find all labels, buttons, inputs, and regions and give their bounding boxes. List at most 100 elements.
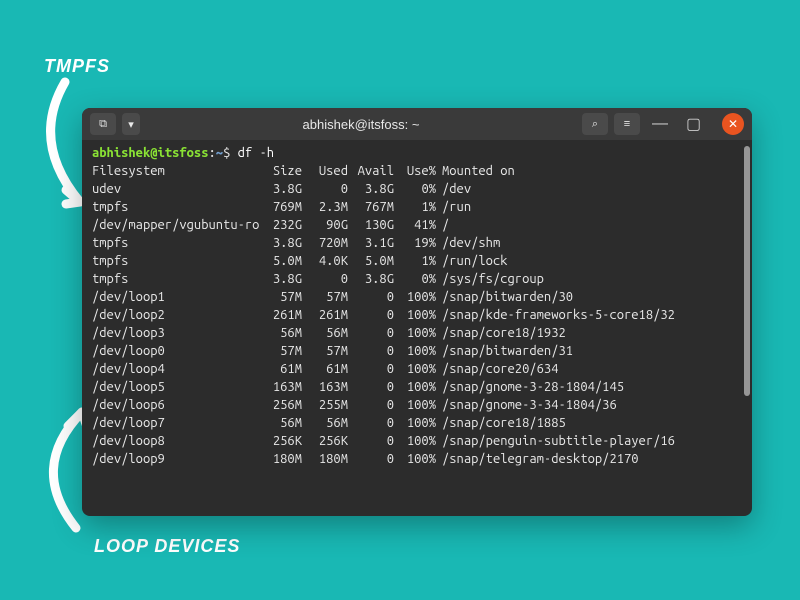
new-tab-icon: ⧉: [99, 118, 107, 131]
df-row: /dev/loop6256M255M0100%/snap/gnome-3-34-…: [92, 396, 742, 414]
prompt-at: @: [150, 146, 157, 160]
header-filesystem: Filesystem: [92, 162, 260, 180]
cell-avail: 5.0M: [348, 252, 394, 270]
df-row: /dev/loop2261M261M0100%/snap/kde-framewo…: [92, 306, 742, 324]
cell-size: 261M: [260, 306, 302, 324]
cell-mounted: /snap/telegram-desktop/2170: [436, 450, 742, 468]
cell-filesystem: tmpfs: [92, 198, 260, 216]
cell-size: 57M: [260, 288, 302, 306]
cell-filesystem: /dev/loop2: [92, 306, 260, 324]
cell-mounted: /snap/bitwarden/31: [436, 342, 742, 360]
cell-size: 256M: [260, 396, 302, 414]
cell-mounted: /snap/core20/634: [436, 360, 742, 378]
cell-usepct: 100%: [394, 396, 436, 414]
cell-used: 4.0K: [302, 252, 348, 270]
cell-avail: 3.8G: [348, 270, 394, 288]
tab-dropdown-button[interactable]: ▾: [122, 113, 140, 135]
cell-avail: 767M: [348, 198, 394, 216]
cell-mounted: /: [436, 216, 742, 234]
df-header-row: FilesystemSizeUsedAvailUse%Mounted on: [92, 162, 742, 180]
cell-used: 256K: [302, 432, 348, 450]
cell-used: 720M: [302, 234, 348, 252]
header-used: Used: [302, 162, 348, 180]
cell-filesystem: /dev/loop8: [92, 432, 260, 450]
cell-size: 57M: [260, 342, 302, 360]
cell-size: 56M: [260, 414, 302, 432]
cell-usepct: 41%: [394, 216, 436, 234]
maximize-button[interactable]: ▢: [686, 114, 708, 134]
cell-used: 90G: [302, 216, 348, 234]
cell-usepct: 100%: [394, 342, 436, 360]
df-row: /dev/loop8256K256K0100%/snap/penguin-sub…: [92, 432, 742, 450]
cell-avail: 0: [348, 360, 394, 378]
cell-used: 61M: [302, 360, 348, 378]
new-tab-button[interactable]: ⧉: [90, 113, 116, 135]
df-output-table: FilesystemSizeUsedAvailUse%Mounted onude…: [92, 162, 742, 468]
df-row: /dev/loop057M57M0100%/snap/bitwarden/31: [92, 342, 742, 360]
cell-filesystem: /dev/loop4: [92, 360, 260, 378]
cell-used: 163M: [302, 378, 348, 396]
cell-size: 3.8G: [260, 234, 302, 252]
command-text: df -h: [238, 146, 274, 160]
cell-usepct: 100%: [394, 432, 436, 450]
scrollbar[interactable]: [744, 146, 750, 396]
df-row: /dev/loop9180M180M0100%/snap/telegram-de…: [92, 450, 742, 468]
cell-usepct: 100%: [394, 324, 436, 342]
cell-usepct: 0%: [394, 270, 436, 288]
menu-button[interactable]: ≡: [614, 113, 640, 135]
cell-size: 769M: [260, 198, 302, 216]
close-button[interactable]: ✕: [722, 113, 744, 135]
df-row: /dev/loop157M57M0100%/snap/bitwarden/30: [92, 288, 742, 306]
cell-avail: 130G: [348, 216, 394, 234]
cell-size: 163M: [260, 378, 302, 396]
cell-mounted: /run: [436, 198, 742, 216]
cell-usepct: 100%: [394, 450, 436, 468]
cell-mounted: /snap/core18/1885: [436, 414, 742, 432]
cell-filesystem: /dev/loop5: [92, 378, 260, 396]
cell-mounted: /sys/fs/cgroup: [436, 270, 742, 288]
terminal-window: ⧉ ▾ abhishek@itsfoss: ~ ⌕ ≡ — ▢ ✕ abhish…: [82, 108, 752, 516]
search-button[interactable]: ⌕: [582, 113, 608, 135]
cell-used: 57M: [302, 342, 348, 360]
terminal-body[interactable]: abhishek@itsfoss:~$ df -h FilesystemSize…: [82, 140, 752, 516]
cell-avail: 0: [348, 414, 394, 432]
cell-mounted: /run/lock: [436, 252, 742, 270]
cell-used: 255M: [302, 396, 348, 414]
cell-size: 3.8G: [260, 270, 302, 288]
header-usepct: Use%: [394, 162, 436, 180]
cell-filesystem: udev: [92, 180, 260, 198]
cell-filesystem: /dev/mapper/vgubuntu-root: [92, 216, 260, 234]
df-row: tmpfs3.8G03.8G0%/sys/fs/cgroup: [92, 270, 742, 288]
cell-usepct: 100%: [394, 414, 436, 432]
header-mounted: Mounted on: [436, 162, 742, 180]
cell-mounted: /snap/bitwarden/30: [436, 288, 742, 306]
df-row: tmpfs5.0M4.0K5.0M1%/run/lock: [92, 252, 742, 270]
cell-filesystem: tmpfs: [92, 234, 260, 252]
cell-usepct: 1%: [394, 198, 436, 216]
cell-usepct: 100%: [394, 378, 436, 396]
cell-filesystem: /dev/loop0: [92, 342, 260, 360]
cell-size: 56M: [260, 324, 302, 342]
cell-used: 0: [302, 180, 348, 198]
cell-size: 180M: [260, 450, 302, 468]
cell-used: 56M: [302, 414, 348, 432]
cell-avail: 0: [348, 450, 394, 468]
df-row: tmpfs3.8G720M3.1G19%/dev/shm: [92, 234, 742, 252]
window-title: abhishek@itsfoss: ~: [146, 117, 576, 132]
minimize-icon: —: [652, 115, 668, 132]
cell-filesystem: tmpfs: [92, 270, 260, 288]
minimize-button[interactable]: —: [652, 115, 674, 133]
prompt-path: ~: [216, 146, 223, 160]
cell-size: 5.0M: [260, 252, 302, 270]
cell-size: 3.8G: [260, 180, 302, 198]
df-row: tmpfs769M2.3M767M1%/run: [92, 198, 742, 216]
df-row: /dev/loop756M56M0100%/snap/core18/1885: [92, 414, 742, 432]
cell-avail: 3.1G: [348, 234, 394, 252]
prompt-colon: :: [209, 146, 216, 160]
df-row: /dev/mapper/vgubuntu-root232G90G130G41%/: [92, 216, 742, 234]
cell-used: 180M: [302, 450, 348, 468]
df-row: /dev/loop356M56M0100%/snap/core18/1932: [92, 324, 742, 342]
cell-avail: 0: [348, 342, 394, 360]
cell-mounted: /snap/penguin-subtitle-player/16: [436, 432, 742, 450]
cell-used: 57M: [302, 288, 348, 306]
